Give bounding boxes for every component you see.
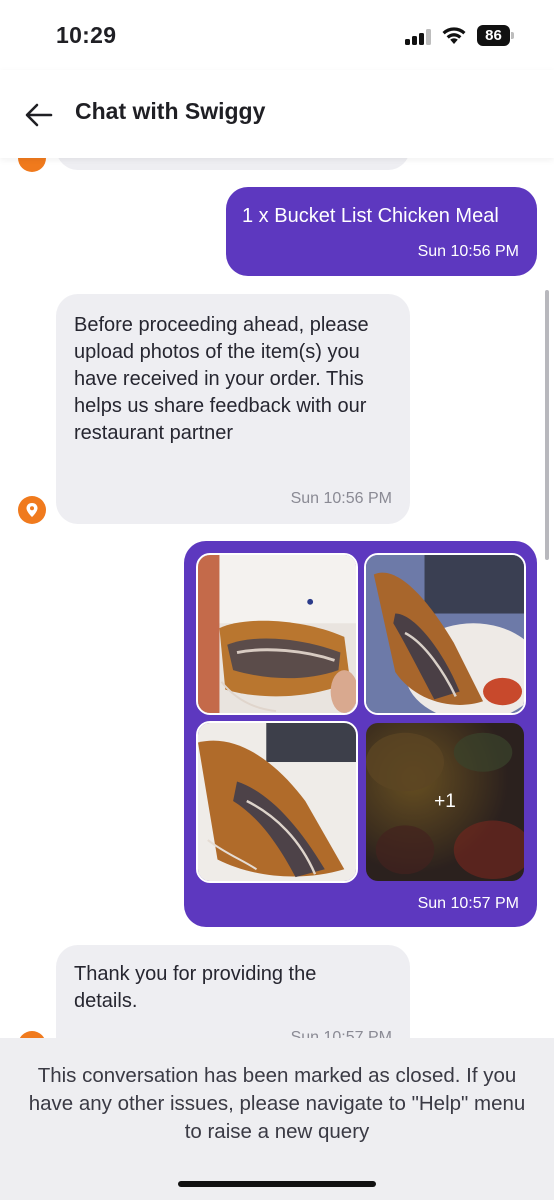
message-timestamp: Sun 10:57 PM xyxy=(417,895,519,912)
agent-avatar-icon xyxy=(18,496,46,524)
status-time: 10:29 xyxy=(56,22,117,48)
message-text: 1 x Bucket List Chicken Meal xyxy=(242,205,499,227)
battery-icon: 86 xyxy=(477,25,515,46)
wifi-icon xyxy=(442,27,466,44)
arrow-left-icon[interactable] xyxy=(24,100,54,130)
scrollbar[interactable] xyxy=(545,290,549,560)
message-text: Thank you for providing the details. xyxy=(74,963,317,1012)
conversation-closed-text: This conversation has been marked as clo… xyxy=(28,1064,526,1143)
message-bubble-incoming: Thank you for providing the details. Sun… xyxy=(56,945,410,1038)
message-bubble-incoming: Before proceeding ahead, please upload p… xyxy=(56,294,410,524)
conversation-closed-banner: This conversation has been marked as clo… xyxy=(0,1038,554,1200)
message-bubble-incoming-partial xyxy=(56,158,410,170)
battery-level: 86 xyxy=(477,25,510,46)
message-bubble-photos: +1 Sun 10:57 PM xyxy=(184,541,537,927)
message-timestamp: Sun 10:56 PM xyxy=(290,490,392,507)
photo-grid: +1 xyxy=(196,553,526,883)
more-photos-count: +1 xyxy=(434,791,456,812)
status-bar: 10:29 86 xyxy=(0,0,554,70)
message-bubble-outgoing: 1 x Bucket List Chicken Meal Sun 10:56 P… xyxy=(226,187,537,276)
message-timestamp: Sun 10:57 PM xyxy=(290,1029,392,1038)
photo-thumbnail[interactable] xyxy=(196,721,358,883)
home-indicator[interactable] xyxy=(178,1181,376,1187)
chat-header: Chat with Swiggy xyxy=(0,70,554,158)
page-title: Chat with Swiggy xyxy=(75,98,266,124)
message-timestamp: Sun 10:56 PM xyxy=(417,243,519,260)
cellular-signal-icon xyxy=(405,29,433,45)
agent-avatar-icon xyxy=(18,1031,46,1038)
agent-avatar-icon xyxy=(18,158,46,172)
message-text: Before proceeding ahead, please upload p… xyxy=(74,314,369,444)
chat-thread[interactable]: 1 x Bucket List Chicken Meal Sun 10:56 P… xyxy=(0,158,554,1038)
photo-thumbnail[interactable] xyxy=(364,553,526,715)
photo-thumbnail[interactable] xyxy=(196,553,358,715)
more-photos-tile[interactable]: +1 xyxy=(364,721,526,883)
